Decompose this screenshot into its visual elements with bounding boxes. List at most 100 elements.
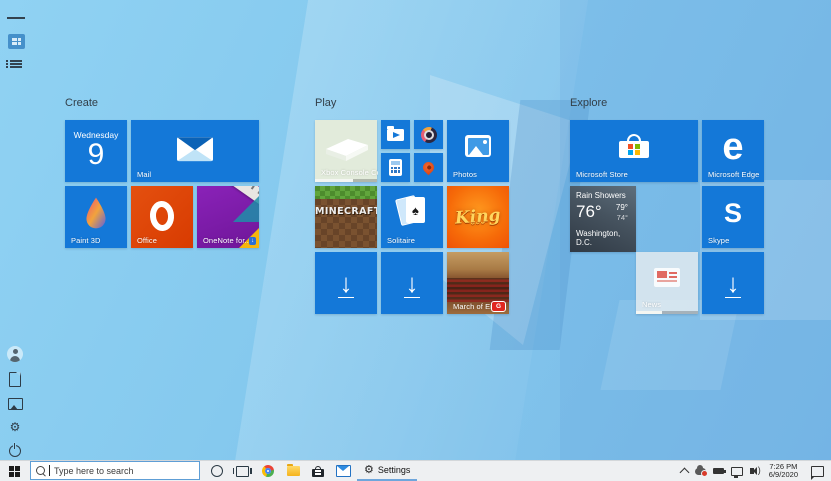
tile-paint3d[interactable]: Paint 3D bbox=[65, 186, 127, 248]
weather-location: Washington, D.C. bbox=[576, 229, 621, 247]
tile-march-of-empires[interactable]: March of Empi... G bbox=[447, 252, 509, 314]
mail-taskbar-button[interactable] bbox=[331, 461, 355, 481]
tile-solitaire[interactable]: ♠ Solitaire bbox=[381, 186, 443, 248]
onedrive-error-icon[interactable] bbox=[694, 464, 708, 477]
chrome-icon bbox=[262, 465, 274, 477]
power-button[interactable] bbox=[7, 443, 23, 459]
tile-maps[interactable] bbox=[414, 153, 443, 182]
tile-label: OneNote for... bbox=[203, 236, 249, 245]
group-title-play[interactable]: Play bbox=[315, 97, 336, 109]
taskbar-clock[interactable]: 7:26 PM 6/9/2020 bbox=[769, 462, 798, 480]
card-front-icon: ♠ bbox=[406, 197, 425, 223]
network-icon[interactable] bbox=[730, 466, 743, 478]
tile-microsoft-edge[interactable]: e Microsoft Edge bbox=[702, 120, 764, 182]
task-view-button[interactable] bbox=[230, 461, 254, 481]
tile-label: News bbox=[642, 300, 662, 309]
download-arrow-icon: ↓ bbox=[405, 268, 419, 298]
document-icon bbox=[9, 371, 21, 387]
start-button[interactable] bbox=[0, 461, 28, 481]
search-input[interactable]: Type here to search bbox=[30, 461, 200, 480]
tile-photos[interactable]: Photos bbox=[447, 120, 509, 182]
skype-logo-icon: S bbox=[723, 197, 742, 228]
documents-button[interactable] bbox=[7, 371, 23, 387]
tile-onenote[interactable]: OneNote for... ↓ bbox=[197, 186, 259, 248]
pictures-button[interactable] bbox=[7, 396, 23, 412]
tile-news[interactable]: News bbox=[636, 252, 698, 314]
gear-icon: ⚙ bbox=[9, 420, 21, 434]
maps-pin-icon bbox=[420, 159, 437, 176]
tile-label: Solitaire bbox=[387, 236, 415, 245]
text-caret bbox=[49, 465, 50, 476]
tile-xbox-console-companion[interactable]: Xbox Console Co... bbox=[315, 120, 378, 182]
download-arrow-icon: ↓ bbox=[726, 268, 740, 298]
task-view-icon bbox=[232, 465, 252, 477]
user-account-button[interactable] bbox=[7, 346, 23, 362]
action-center-icon[interactable] bbox=[810, 465, 824, 480]
mail-icon bbox=[335, 465, 351, 477]
tile-groove-music[interactable] bbox=[414, 120, 443, 149]
tile-skype[interactable]: S Skype bbox=[702, 186, 764, 248]
mail-envelope-icon bbox=[177, 137, 213, 162]
hamburger-bar bbox=[19, 17, 25, 19]
file-explorer-taskbar-button[interactable] bbox=[281, 461, 305, 481]
tile-download-pending[interactable]: ↓ bbox=[381, 252, 443, 314]
tile-movies-tv[interactable] bbox=[381, 120, 410, 149]
tile-office[interactable]: Office bbox=[131, 186, 193, 248]
onenote-update-badge: ↓ bbox=[249, 237, 256, 245]
weather-temperature: 76° bbox=[576, 202, 602, 221]
tile-minecraft[interactable]: MINECRAFT bbox=[315, 186, 377, 248]
tile-download-pending[interactable]: ↓ bbox=[315, 252, 377, 314]
power-icon bbox=[9, 443, 21, 457]
volume-icon[interactable] bbox=[749, 465, 761, 475]
tile-mail[interactable]: Mail bbox=[131, 120, 259, 182]
minecraft-logo: MINECRAFT bbox=[315, 206, 377, 217]
news-icon bbox=[654, 267, 680, 287]
tile-label: Office bbox=[137, 236, 158, 245]
download-arrow-icon: ↓ bbox=[339, 268, 353, 298]
cortana-button[interactable] bbox=[206, 461, 228, 481]
tile-label: Mail bbox=[137, 170, 152, 179]
pictures-icon bbox=[7, 398, 23, 410]
chrome-taskbar-button[interactable] bbox=[256, 461, 280, 481]
tile-calendar[interactable]: Wednesday 9 bbox=[65, 120, 127, 182]
group-title-explore[interactable]: Explore bbox=[570, 97, 607, 109]
settings-button[interactable]: ⚙ bbox=[7, 419, 23, 435]
install-progress bbox=[636, 311, 698, 314]
pinned-tiles-icon[interactable] bbox=[7, 32, 25, 50]
store-bag-icon bbox=[619, 134, 649, 158]
store-taskbar-button[interactable] bbox=[306, 461, 330, 481]
search-icon bbox=[36, 466, 45, 475]
calendar-day-number: 9 bbox=[87, 138, 105, 171]
tile-weather[interactable]: Rain Showers 76° 79° 74° Washington, D.C… bbox=[570, 186, 636, 252]
start-menu-hamburger-icon[interactable] bbox=[7, 9, 25, 27]
tile-download-pending[interactable]: ↓ bbox=[702, 252, 764, 314]
groove-music-icon bbox=[420, 126, 437, 143]
tile-label: Microsoft Store bbox=[576, 170, 628, 179]
battle-scene-graphic bbox=[447, 278, 509, 302]
system-tray: 7:26 PM 6/9/2020 bbox=[679, 461, 831, 481]
battery-icon[interactable] bbox=[712, 468, 726, 474]
settings-window-button[interactable]: ⚙ Settings bbox=[357, 462, 418, 481]
movies-tv-icon bbox=[387, 125, 404, 141]
tray-expand-chevron-icon[interactable] bbox=[679, 467, 690, 477]
all-apps-icon[interactable] bbox=[6, 55, 25, 73]
download-baseline bbox=[725, 296, 741, 298]
download-baseline bbox=[404, 296, 420, 298]
weather-high: 79° bbox=[615, 203, 628, 212]
gear-icon: ⚙ bbox=[364, 463, 374, 476]
tile-king-candy-crush[interactable]: King bbox=[447, 186, 509, 248]
weather-condition: Rain Showers bbox=[576, 191, 626, 200]
tile-microsoft-store[interactable]: Microsoft Store bbox=[570, 120, 698, 182]
tile-label: Photos bbox=[453, 170, 477, 179]
cortana-icon bbox=[211, 465, 223, 477]
gameloft-logo: G bbox=[491, 301, 506, 312]
tile-label: Xbox Console Co... bbox=[321, 168, 378, 177]
paint3d-droplet-icon bbox=[83, 196, 109, 235]
tile-label: Skype bbox=[708, 236, 730, 245]
avatar bbox=[7, 346, 23, 362]
store-icon bbox=[312, 465, 324, 477]
taskbar: Type here to search ⚙ Settings 7:26 PM 6… bbox=[0, 460, 831, 481]
calculator-icon bbox=[389, 159, 402, 176]
tile-calculator[interactable] bbox=[381, 153, 410, 182]
group-title-create[interactable]: Create bbox=[65, 97, 98, 109]
